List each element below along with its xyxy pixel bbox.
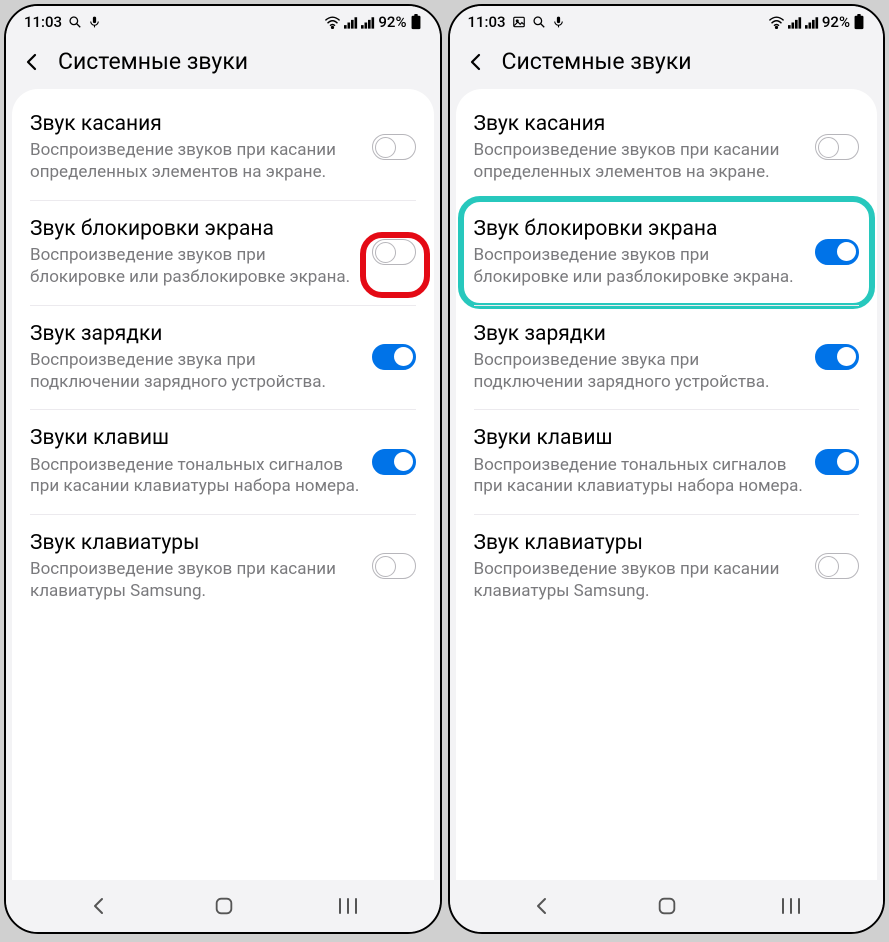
wifi-icon bbox=[768, 16, 785, 29]
setting-title: Звук касания bbox=[30, 111, 362, 137]
setting-dialpad-sound[interactable]: Звуки клавиш Воспроизведение тональных с… bbox=[12, 409, 434, 514]
setting-screen-lock-sound[interactable]: Звук блокировки экрана Воспроизведение з… bbox=[12, 200, 434, 305]
setting-screen-lock-sound[interactable]: Звук блокировки экрана Воспроизведение з… bbox=[456, 200, 878, 305]
settings-card: Звук касания Воспроизведение звуков при … bbox=[456, 89, 878, 880]
setting-desc: Воспроизведение звуков при блокировке ил… bbox=[474, 245, 806, 289]
phone-left: 11:03 92% Системные звуки Звук касания В… bbox=[4, 4, 442, 934]
nav-home-icon[interactable] bbox=[656, 895, 678, 917]
wifi-icon bbox=[324, 16, 341, 29]
settings-list: Звук касания Воспроизведение звуков при … bbox=[12, 95, 434, 880]
toggle-touch-sound[interactable] bbox=[372, 134, 416, 160]
toggle-dialpad-sound[interactable] bbox=[372, 449, 416, 475]
back-icon[interactable] bbox=[20, 50, 44, 74]
setting-desc: Воспроизведение звуков при касании опред… bbox=[30, 140, 362, 184]
nav-home-icon[interactable] bbox=[213, 895, 235, 917]
setting-touch-sound[interactable]: Звук касания Воспроизведение звуков при … bbox=[456, 95, 878, 200]
setting-dialpad-sound[interactable]: Звуки клавиш Воспроизведение тональных с… bbox=[456, 409, 878, 514]
settings-list: Звук касания Воспроизведение звуков при … bbox=[456, 95, 878, 880]
setting-desc: Воспроизведение звуков при блокировке ил… bbox=[30, 245, 362, 289]
setting-title: Звук клавиатуры bbox=[30, 530, 362, 556]
toggle-screen-lock-sound[interactable] bbox=[815, 239, 859, 265]
setting-desc: Воспроизведение звуков при касании опред… bbox=[474, 140, 806, 184]
setting-desc: Воспроизведение тональных сигналов при к… bbox=[474, 455, 806, 499]
signal-icon bbox=[788, 16, 802, 29]
setting-charging-sound[interactable]: Звук зарядки Воспроизведение звука при п… bbox=[12, 305, 434, 410]
settings-card: Звук касания Воспроизведение звуков при … bbox=[12, 89, 434, 880]
nav-back-icon[interactable] bbox=[87, 894, 111, 918]
setting-desc: Воспроизведение звуков при касании клави… bbox=[30, 559, 362, 603]
image-icon bbox=[512, 15, 526, 29]
page-title: Системные звуки bbox=[502, 48, 692, 75]
status-bar: 11:03 92% bbox=[450, 6, 884, 38]
setting-title: Звук зарядки bbox=[474, 321, 806, 347]
nav-bar bbox=[450, 880, 884, 932]
battery-percent: 92% bbox=[822, 13, 850, 31]
setting-title: Звук клавиатуры bbox=[474, 530, 806, 556]
page-header: Системные звуки bbox=[450, 38, 884, 89]
toggle-dialpad-sound[interactable] bbox=[815, 449, 859, 475]
status-bar: 11:03 92% bbox=[6, 6, 440, 38]
mic-icon bbox=[88, 15, 101, 29]
setting-keyboard-sound[interactable]: Звук клавиатуры Воспроизведение звуков п… bbox=[456, 514, 878, 619]
page-title: Системные звуки bbox=[58, 48, 248, 75]
signal-icon bbox=[344, 16, 358, 29]
signal-icon-2 bbox=[361, 16, 375, 29]
nav-back-icon[interactable] bbox=[530, 894, 554, 918]
setting-touch-sound[interactable]: Звук касания Воспроизведение звуков при … bbox=[12, 95, 434, 200]
mic-icon bbox=[552, 15, 565, 29]
battery-icon bbox=[410, 14, 422, 30]
status-time: 11:03 bbox=[468, 13, 506, 31]
setting-desc: Воспроизведение тональных сигналов при к… bbox=[30, 455, 362, 499]
setting-title: Звук блокировки экрана bbox=[474, 216, 806, 242]
setting-desc: Воспроизведение звука при подключении за… bbox=[474, 350, 806, 394]
setting-title: Звук блокировки экрана bbox=[30, 216, 362, 242]
setting-title: Звук касания bbox=[474, 111, 806, 137]
nav-recents-icon[interactable] bbox=[780, 897, 802, 915]
setting-desc: Воспроизведение звука при подключении за… bbox=[30, 350, 362, 394]
setting-keyboard-sound[interactable]: Звук клавиатуры Воспроизведение звуков п… bbox=[12, 514, 434, 619]
setting-title: Звуки клавиш bbox=[30, 425, 362, 451]
page-header: Системные звуки bbox=[6, 38, 440, 89]
toggle-charging-sound[interactable] bbox=[372, 344, 416, 370]
toggle-screen-lock-sound[interactable] bbox=[372, 239, 416, 265]
setting-title: Звуки клавиш bbox=[474, 425, 806, 451]
setting-charging-sound[interactable]: Звук зарядки Воспроизведение звука при п… bbox=[456, 305, 878, 410]
signal-icon-2 bbox=[805, 16, 819, 29]
search-icon bbox=[532, 15, 546, 29]
back-icon[interactable] bbox=[464, 50, 488, 74]
status-time: 11:03 bbox=[24, 13, 62, 31]
toggle-keyboard-sound[interactable] bbox=[372, 553, 416, 579]
toggle-charging-sound[interactable] bbox=[815, 344, 859, 370]
nav-bar bbox=[6, 880, 440, 932]
phone-right: 11:03 92% Системные звуки Звук касания В… bbox=[448, 4, 886, 934]
search-icon bbox=[68, 15, 82, 29]
battery-percent: 92% bbox=[378, 13, 406, 31]
battery-icon bbox=[853, 14, 865, 30]
setting-desc: Воспроизведение звуков при касании клави… bbox=[474, 559, 806, 603]
toggle-touch-sound[interactable] bbox=[815, 134, 859, 160]
toggle-keyboard-sound[interactable] bbox=[815, 553, 859, 579]
setting-title: Звук зарядки bbox=[30, 321, 362, 347]
nav-recents-icon[interactable] bbox=[337, 897, 359, 915]
